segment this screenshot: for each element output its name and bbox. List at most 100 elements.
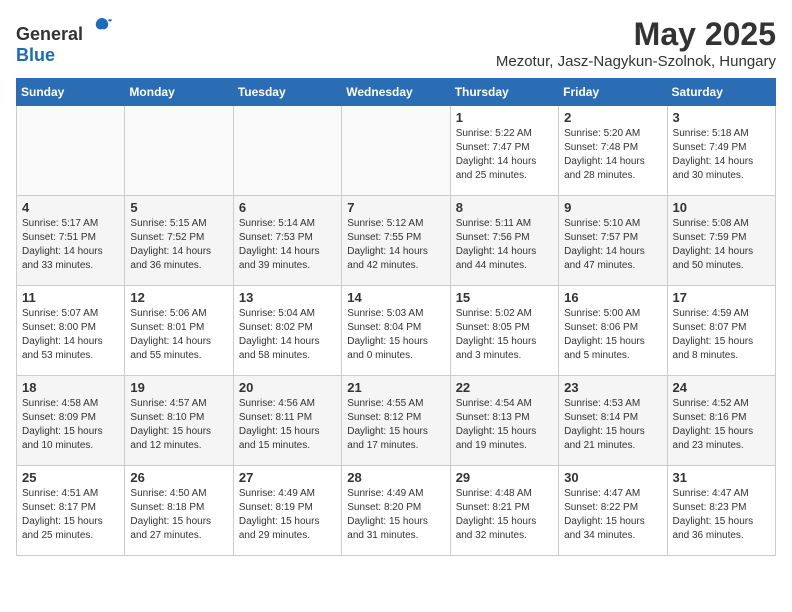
day-cell: 3 Sunrise: 5:18 AM Sunset: 7:49 PM Daylig… [667, 106, 775, 196]
day-number: 10 [673, 200, 770, 215]
logo-blue: Blue [16, 45, 55, 65]
day-cell: 7 Sunrise: 5:12 AM Sunset: 7:55 PM Daylig… [342, 196, 450, 286]
day-cell: 13 Sunrise: 5:04 AM Sunset: 8:02 PM Dayli… [233, 286, 341, 376]
day-content: Sunrise: 5:07 AM Sunset: 8:00 PM Dayligh… [22, 307, 119, 363]
day-number: 9 [564, 200, 661, 215]
day-content: Sunrise: 4:55 AM Sunset: 8:12 PM Dayligh… [347, 397, 444, 453]
day-content: Sunrise: 5:06 AM Sunset: 8:01 PM Dayligh… [130, 307, 227, 363]
location-title: Mezotur, Jasz-Nagykun-Szolnok, Hungary [496, 53, 776, 70]
day-cell: 27Sunrise: 4:49 AM Sunset: 8:19 PM Dayli… [233, 466, 341, 556]
day-number: 20 [239, 380, 336, 395]
day-number: 4 [22, 200, 119, 215]
day-number: 29 [456, 470, 553, 485]
day-content: Sunrise: 4:49 AM Sunset: 8:19 PM Dayligh… [239, 487, 336, 543]
day-content: Sunrise: 4:59 AM Sunset: 8:07 PM Dayligh… [673, 307, 770, 363]
day-content: Sunrise: 5:15 AM Sunset: 7:52 PM Dayligh… [130, 217, 227, 273]
day-content: Sunrise: 5:00 AM Sunset: 8:06 PM Dayligh… [564, 307, 661, 363]
day-content: Sunrise: 4:58 AM Sunset: 8:09 PM Dayligh… [22, 397, 119, 453]
day-cell: 10 Sunrise: 5:08 AM Sunset: 7:59 PM Dayli… [667, 196, 775, 286]
day-cell: 21 Sunrise: 4:55 AM Sunset: 8:12 PM Dayli… [342, 376, 450, 466]
day-cell: 20 Sunrise: 4:56 AM Sunset: 8:11 PM Dayli… [233, 376, 341, 466]
day-cell [125, 106, 233, 196]
weekday-header-saturday: Saturday [667, 79, 775, 106]
day-content: Sunrise: 5:11 AM Sunset: 7:56 PM Dayligh… [456, 217, 553, 273]
day-cell: 25 Sunrise: 4:51 AM Sunset: 8:17 PM Dayli… [17, 466, 125, 556]
day-number: 17 [673, 290, 770, 305]
day-content: Sunrise: 5:20 AM Sunset: 7:48 PM Dayligh… [564, 127, 661, 183]
day-number: 21 [347, 380, 444, 395]
day-number: 22 [456, 380, 553, 395]
day-content: Sunrise: 4:48 AM Sunset: 8:21 PM Dayligh… [456, 487, 553, 543]
day-number: 24 [673, 380, 770, 395]
logo-bird-icon [90, 16, 114, 40]
day-cell [342, 106, 450, 196]
day-cell: 4Sunrise: 5:17 AM Sunset: 7:51 PM Daylig… [17, 196, 125, 286]
day-content: Sunrise: 5:12 AM Sunset: 7:55 PM Dayligh… [347, 217, 444, 273]
day-cell [17, 106, 125, 196]
day-number: 26 [130, 470, 227, 485]
day-content: Sunrise: 4:54 AM Sunset: 8:13 PM Dayligh… [456, 397, 553, 453]
week-row-4: 18 Sunrise: 4:58 AM Sunset: 8:09 PM Dayli… [17, 376, 776, 466]
weekday-header-tuesday: Tuesday [233, 79, 341, 106]
day-cell: 26 Sunrise: 4:50 AM Sunset: 8:18 PM Dayli… [125, 466, 233, 556]
day-content: Sunrise: 4:50 AM Sunset: 8:18 PM Dayligh… [130, 487, 227, 543]
day-number: 18 [22, 380, 119, 395]
day-content: Sunrise: 4:49 AM Sunset: 8:20 PM Dayligh… [347, 487, 444, 543]
day-cell: 24 Sunrise: 4:52 AM Sunset: 8:16 PM Dayli… [667, 376, 775, 466]
day-content: Sunrise: 5:03 AM Sunset: 8:04 PM Dayligh… [347, 307, 444, 363]
day-cell: 16 Sunrise: 5:00 AM Sunset: 8:06 PM Dayli… [559, 286, 667, 376]
day-cell: 15 Sunrise: 5:02 AM Sunset: 8:05 PM Dayli… [450, 286, 558, 376]
day-cell: 22 Sunrise: 4:54 AM Sunset: 8:13 PM Dayli… [450, 376, 558, 466]
day-cell: 31 Sunrise: 4:47 AM Sunset: 8:23 PM Dayli… [667, 466, 775, 556]
weekday-header-friday: Friday [559, 79, 667, 106]
day-cell: 23Sunrise: 4:53 AM Sunset: 8:14 PM Dayli… [559, 376, 667, 466]
day-content: Sunrise: 5:22 AM Sunset: 7:47 PM Dayligh… [456, 127, 553, 183]
day-number: 19 [130, 380, 227, 395]
day-content: Sunrise: 5:04 AM Sunset: 8:02 PM Dayligh… [239, 307, 336, 363]
day-number: 5 [130, 200, 227, 215]
day-content: Sunrise: 5:08 AM Sunset: 7:59 PM Dayligh… [673, 217, 770, 273]
day-cell: 28 Sunrise: 4:49 AM Sunset: 8:20 PM Dayli… [342, 466, 450, 556]
day-number: 25 [22, 470, 119, 485]
day-cell: 12Sunrise: 5:06 AM Sunset: 8:01 PM Dayli… [125, 286, 233, 376]
week-row-2: 4Sunrise: 5:17 AM Sunset: 7:51 PM Daylig… [17, 196, 776, 286]
week-row-1: 1 Sunrise: 5:22 AM Sunset: 7:47 PM Daylig… [17, 106, 776, 196]
day-cell: 17 Sunrise: 4:59 AM Sunset: 8:07 PM Dayli… [667, 286, 775, 376]
day-cell: 9 Sunrise: 5:10 AM Sunset: 7:57 PM Daylig… [559, 196, 667, 286]
day-number: 1 [456, 110, 553, 125]
day-content: Sunrise: 5:02 AM Sunset: 8:05 PM Dayligh… [456, 307, 553, 363]
day-content: Sunrise: 4:47 AM Sunset: 8:23 PM Dayligh… [673, 487, 770, 543]
day-number: 15 [456, 290, 553, 305]
day-cell: 14 Sunrise: 5:03 AM Sunset: 8:04 PM Dayli… [342, 286, 450, 376]
day-cell: 5 Sunrise: 5:15 AM Sunset: 7:52 PM Daylig… [125, 196, 233, 286]
day-cell: 18 Sunrise: 4:58 AM Sunset: 8:09 PM Dayli… [17, 376, 125, 466]
day-number: 7 [347, 200, 444, 215]
day-number: 8 [456, 200, 553, 215]
day-content: Sunrise: 5:14 AM Sunset: 7:53 PM Dayligh… [239, 217, 336, 273]
day-number: 14 [347, 290, 444, 305]
day-number: 6 [239, 200, 336, 215]
day-content: Sunrise: 5:10 AM Sunset: 7:57 PM Dayligh… [564, 217, 661, 273]
day-cell: 8 Sunrise: 5:11 AM Sunset: 7:56 PM Daylig… [450, 196, 558, 286]
month-title: May 2025 [496, 16, 776, 53]
day-number: 28 [347, 470, 444, 485]
day-cell: 6 Sunrise: 5:14 AM Sunset: 7:53 PM Daylig… [233, 196, 341, 286]
weekday-header-thursday: Thursday [450, 79, 558, 106]
day-cell: 19Sunrise: 4:57 AM Sunset: 8:10 PM Dayli… [125, 376, 233, 466]
logo-text: General Blue [16, 16, 114, 66]
day-number: 31 [673, 470, 770, 485]
day-number: 2 [564, 110, 661, 125]
day-content: Sunrise: 4:56 AM Sunset: 8:11 PM Dayligh… [239, 397, 336, 453]
day-number: 30 [564, 470, 661, 485]
logo-general: General [16, 24, 83, 44]
day-content: Sunrise: 4:52 AM Sunset: 8:16 PM Dayligh… [673, 397, 770, 453]
page-header: General Blue May 2025 Mezotur, Jasz-Nagy… [16, 16, 776, 70]
day-number: 11 [22, 290, 119, 305]
day-content: Sunrise: 4:51 AM Sunset: 8:17 PM Dayligh… [22, 487, 119, 543]
day-content: Sunrise: 5:18 AM Sunset: 7:49 PM Dayligh… [673, 127, 770, 183]
day-number: 16 [564, 290, 661, 305]
day-number: 13 [239, 290, 336, 305]
day-cell: 2 Sunrise: 5:20 AM Sunset: 7:48 PM Daylig… [559, 106, 667, 196]
day-number: 3 [673, 110, 770, 125]
header-row: SundayMondayTuesdayWednesdayThursdayFrid… [17, 79, 776, 106]
